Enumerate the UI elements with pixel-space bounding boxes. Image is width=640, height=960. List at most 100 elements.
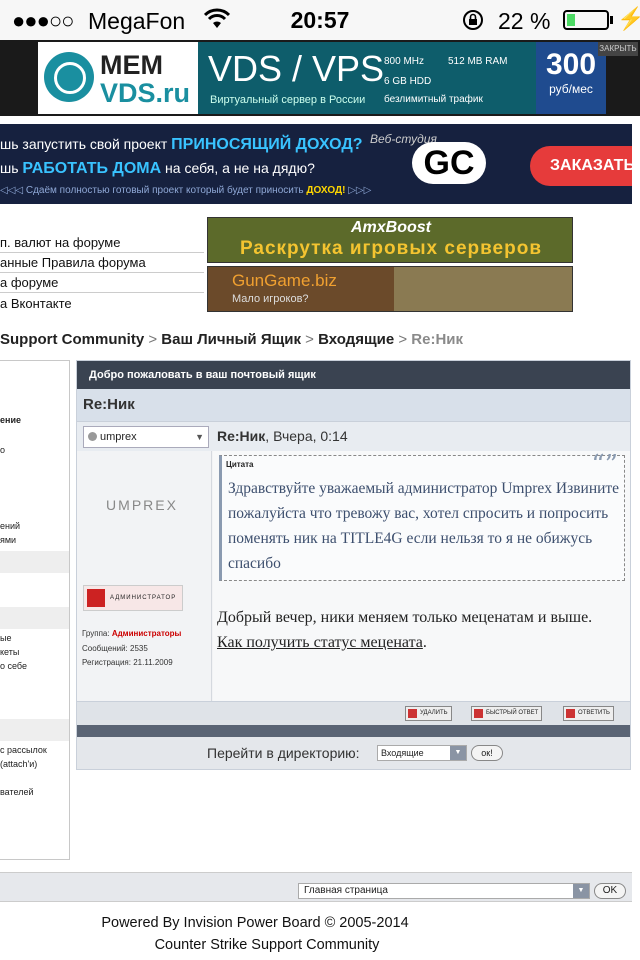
- group-badge: АДМИНИСТРАТОР: [83, 585, 183, 611]
- gc-line1: шь запустить свой проект ПРИНОСЯЩИЙ ДОХО…: [0, 136, 363, 153]
- price-unit: руб/мес: [549, 82, 593, 96]
- sidebar-section-header: [0, 551, 69, 573]
- price-box: 300 руб/мес: [536, 42, 606, 114]
- reply-button[interactable]: ОТВЕТИТЬ: [563, 706, 614, 721]
- chevron-down-icon: ▼: [573, 884, 589, 898]
- folder-go-button[interactable]: ок!: [471, 745, 503, 761]
- footer-community[interactable]: Counter Strike Support Community: [0, 934, 640, 956]
- message-panel: Добро пожаловать в ваш почтовый ящик Re:…: [76, 360, 631, 770]
- brand-line1: MEM: [100, 50, 163, 80]
- breadcrumb-current: Re:Ник: [411, 331, 464, 348]
- left-sidebar: ение о ений ями ые кеты о себе с рассыло…: [0, 360, 70, 860]
- status-bar: ●●●○○ MegaFon 20:57 22 % ⚡: [0, 0, 640, 40]
- breadcrumb-community[interactable]: Support Community: [0, 331, 144, 348]
- post-user-bar: umprex ▼ Re:Ник, Вчера, 0:14: [77, 421, 630, 451]
- breadcrumb-mailbox[interactable]: Ваш Личный Ящик: [161, 331, 301, 348]
- reply-body: Добрый вечер, ники меняем только меценат…: [217, 609, 593, 626]
- amx-subtitle: Раскрутка игровых серверов: [239, 238, 543, 259]
- folder-select-value: Входящие: [381, 748, 424, 758]
- gc-logo: GC: [412, 142, 486, 184]
- spec-cpu: 800 MHz: [384, 56, 425, 67]
- footer: Powered By Invision Power Board © 2005-2…: [0, 912, 640, 956]
- vds-subline: Виртуальный сервер в России: [210, 94, 366, 106]
- chevron-down-icon: ▼: [450, 746, 466, 760]
- sidebar-item[interactable]: ение: [0, 415, 21, 425]
- reply-text: Добрый вечер, ники меняем только меценат…: [217, 609, 593, 651]
- author-registered: Регистрация: 21.11.2009: [82, 658, 173, 667]
- gungame-subtitle: Мало игроков?: [232, 293, 309, 305]
- post-time: , Вчера, 0:14: [265, 428, 348, 444]
- gc-line2: шь РАБОТАТЬ ДОМА на себя, а не на дядю?: [0, 160, 315, 177]
- folder-select[interactable]: Входящие ▼: [377, 745, 467, 761]
- sidebar-item[interactable]: ями: [0, 535, 16, 545]
- bottom-nav-bar: Главная страница ▼ OK: [0, 872, 632, 902]
- gungame-banner[interactable]: GunGame.biz Мало игроков?: [207, 266, 573, 312]
- breadcrumb-inbox[interactable]: Входящие: [318, 331, 394, 348]
- gungame-title: GunGame.biz: [232, 271, 337, 290]
- gc-banner-ad[interactable]: шь запустить свой проект ПРИНОСЯЩИЙ ДОХО…: [0, 124, 632, 204]
- spec-traffic: безлимитный трафик: [384, 94, 483, 105]
- charging-bolt-icon: ⚡: [617, 6, 640, 31]
- folder-jump-bar: Перейти в директорию: Входящие ▼ ок!: [77, 737, 630, 769]
- sidebar-section-header: [0, 607, 69, 629]
- amx-title: AmxBoost: [350, 219, 431, 236]
- sidebar-item[interactable]: с рассылок: [0, 745, 47, 755]
- post-title: Re:Ник: [217, 428, 266, 444]
- breadcrumb-sep: >: [398, 331, 408, 348]
- link-rules[interactable]: анные Правила форума: [0, 253, 204, 273]
- sidebar-item[interactable]: ые: [0, 633, 11, 643]
- author-dropdown[interactable]: umprex ▼: [83, 426, 209, 448]
- breadcrumb-sep: >: [148, 331, 158, 348]
- link-forum[interactable]: а форуме: [0, 273, 204, 293]
- sidebar-item[interactable]: ений: [0, 521, 20, 531]
- quick-reply-button[interactable]: БЫСТРЫЙ ОТВЕТ: [471, 706, 543, 721]
- folder-jump-label: Перейти в директорию:: [207, 745, 360, 761]
- battery-tip: [610, 16, 613, 24]
- message-subject: Re:Ник: [77, 389, 630, 421]
- author-name: umprex: [100, 431, 137, 443]
- sidebar-item[interactable]: о себе: [0, 661, 27, 671]
- rotation-lock-icon: [462, 9, 484, 36]
- game-scene-image: [394, 267, 572, 311]
- footer-powered-by: Powered By Invision Power Board © 2005-2…: [101, 915, 409, 931]
- gc-line3: ◁◁◁ Сдаём полностью готовый проект котор…: [0, 185, 372, 196]
- brand-line2: VDS.ru: [100, 78, 191, 108]
- battery-percent: 22 %: [498, 8, 551, 34]
- admin-flag-icon: [87, 589, 105, 607]
- brain-icon: [44, 52, 94, 102]
- chevron-down-icon: ▼: [195, 432, 204, 442]
- panel-header: Добро пожаловать в ваш почтовый ящик: [77, 361, 630, 389]
- user-icon: [88, 432, 97, 441]
- forum-jump-select[interactable]: Главная страница ▼: [298, 883, 590, 899]
- sidebar-item[interactable]: кеты: [0, 647, 19, 657]
- spec-hdd: 6 GB HDD: [384, 76, 432, 87]
- patron-status-link[interactable]: Как получить статус мецената: [217, 634, 423, 651]
- delete-button[interactable]: УДАЛИТЬ: [405, 706, 452, 721]
- spec-ram: 512 MB RAM: [448, 56, 508, 67]
- breadcrumb-sep: >: [305, 331, 314, 348]
- breadcrumb: Support Community > Ваш Личный Ящик > Вх…: [0, 331, 463, 348]
- ad-close-button[interactable]: ЗАКРЫТЬ: [598, 42, 638, 56]
- link-vkontakte[interactable]: а Вконтакте: [0, 294, 204, 314]
- sidebar-block: [0, 361, 69, 401]
- forum-jump-ok-button[interactable]: OK: [594, 883, 626, 899]
- forum-jump-value: Главная страница: [304, 885, 388, 896]
- author-posts: Сообщений: 2535: [82, 644, 148, 653]
- sidebar-item[interactable]: (attach'и): [0, 759, 37, 769]
- amxboost-banner[interactable]: AmxBoost Раскрутка игровых серверов: [207, 217, 573, 263]
- order-button[interactable]: ЗАКАЗАТЬ: [530, 146, 632, 186]
- link-currency[interactable]: п. валют на форуме: [0, 233, 204, 253]
- vds-banner-ad[interactable]: MEM VDS.ru VDS / VPS Виртуальный сервер …: [0, 40, 640, 116]
- battery-level-fill: [567, 14, 575, 26]
- post-body: Цитата “” Здравствуйте уважаемый админис…: [213, 450, 630, 701]
- sidebar-item[interactable]: о: [0, 445, 5, 455]
- author-info-column: UMPREX АДМИНИСТРАТОР Группа: Администрат…: [77, 451, 212, 701]
- sidebar-section-header: [0, 719, 69, 741]
- post-actions-bar: УДАЛИТЬ БЫСТРЫЙ ОТВЕТ ОТВЕТИТЬ: [77, 701, 630, 725]
- author-group: Группа: Администраторы: [82, 629, 182, 638]
- group-badge-label: АДМИНИСТРАТОР: [110, 595, 177, 601]
- quote-block: Цитата “” Здравствуйте уважаемый админис…: [219, 450, 625, 581]
- vds-headline: VDS / VPS: [208, 48, 385, 89]
- sidebar-item[interactable]: вателей: [0, 787, 34, 797]
- battery-icon: [563, 10, 609, 30]
